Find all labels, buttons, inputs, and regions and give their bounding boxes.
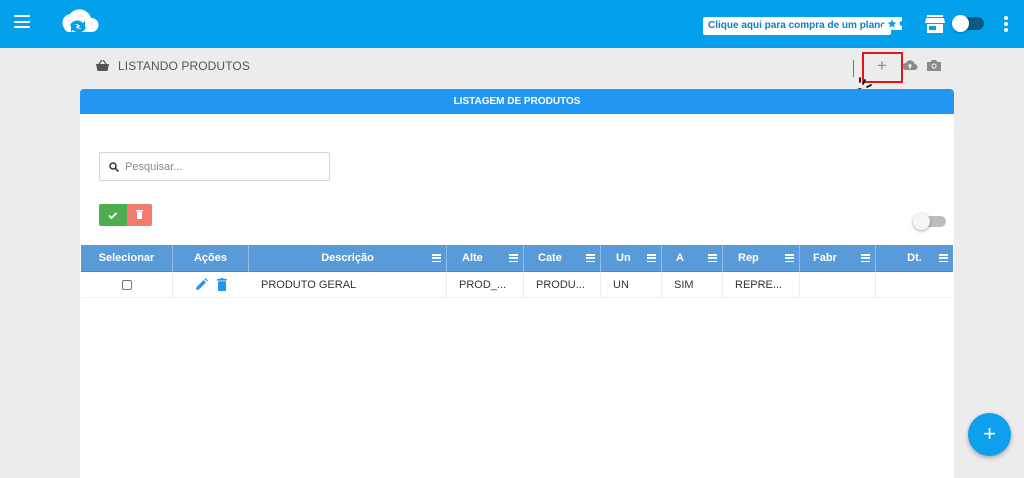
check-icon [108, 212, 118, 220]
edit-pencil-icon[interactable] [195, 278, 208, 291]
column-menu-icon[interactable] [509, 254, 518, 263]
column-header-un[interactable]: Un [601, 245, 662, 272]
cell-actions [173, 273, 249, 298]
hamburger-icon[interactable] [14, 15, 30, 31]
column-header-a[interactable]: A [662, 245, 723, 272]
card-toggle-switch[interactable] [913, 213, 946, 230]
column-header-descricao[interactable]: Descrição [249, 245, 447, 272]
column-header-fabr[interactable]: Fabr [800, 245, 876, 272]
add-fab-button[interactable]: + [968, 413, 1011, 456]
cell-select [81, 273, 173, 298]
column-menu-icon[interactable] [432, 254, 441, 263]
column-menu-icon[interactable] [708, 254, 717, 263]
cloud-upload-icon[interactable] [902, 59, 918, 71]
column-header-selecionar[interactable]: Selecionar [81, 245, 173, 272]
products-card: LISTAGEM DE PRODUTOS Selecionar Ações De… [80, 89, 954, 478]
confirm-selection-button[interactable] [99, 204, 127, 226]
basket-icon [96, 60, 109, 71]
column-header-alte[interactable]: Alte [447, 245, 524, 272]
column-menu-icon[interactable] [586, 254, 595, 263]
app-logo[interactable] [50, 6, 102, 40]
column-header-dt[interactable]: Dt. [876, 245, 953, 272]
top-app-bar: Clique aqui para compra de um plano [0, 0, 1024, 48]
more-options-icon[interactable] [1003, 16, 1009, 32]
row-select-checkbox[interactable] [122, 280, 132, 290]
search-input[interactable] [125, 153, 325, 180]
page-heading: LISTANDO PRODUTOS [96, 58, 250, 74]
buy-plan-button[interactable]: Clique aqui para compra de um plano [703, 17, 892, 35]
toggle-knob [952, 15, 969, 32]
cell-fabr [800, 273, 876, 298]
cell-descricao: PRODUTO GERAL [249, 273, 447, 298]
card-header: LISTAGEM DE PRODUTOS [80, 89, 954, 114]
search-icon [109, 162, 119, 172]
camera-icon[interactable] [927, 59, 941, 71]
delete-selection-button[interactable] [127, 204, 152, 226]
toggle-knob [913, 213, 930, 230]
cell-dt [876, 273, 953, 298]
column-menu-icon[interactable] [861, 254, 870, 263]
cell-alte: PROD_... [447, 273, 524, 298]
cell-un: UN [601, 273, 662, 298]
column-header-rep[interactable]: Rep [723, 245, 800, 272]
actions-divider [853, 60, 854, 77]
column-menu-icon[interactable] [647, 254, 656, 263]
trash-icon [136, 210, 143, 219]
table-row[interactable]: PRODUTO GERAL PROD_... PRODU... UN SIM R… [81, 273, 953, 298]
column-header-acoes[interactable]: Ações [173, 245, 249, 272]
ticket-star-icon[interactable] [881, 15, 903, 32]
column-header-cate[interactable]: Cate [524, 245, 601, 272]
topbar-toggle-switch[interactable] [952, 15, 984, 32]
store-icon[interactable] [925, 15, 945, 33]
cell-rep: REPRE... [723, 273, 800, 298]
column-menu-icon[interactable] [939, 254, 948, 263]
cell-cate: PRODU... [524, 273, 601, 298]
search-box [99, 152, 330, 181]
table-header: Selecionar Ações Descrição Alte Cate Un … [81, 245, 953, 272]
delete-trash-icon[interactable] [217, 278, 227, 291]
cell-a: SIM [662, 273, 723, 298]
column-menu-icon[interactable] [785, 254, 794, 263]
page-title: LISTANDO PRODUTOS [118, 59, 250, 73]
